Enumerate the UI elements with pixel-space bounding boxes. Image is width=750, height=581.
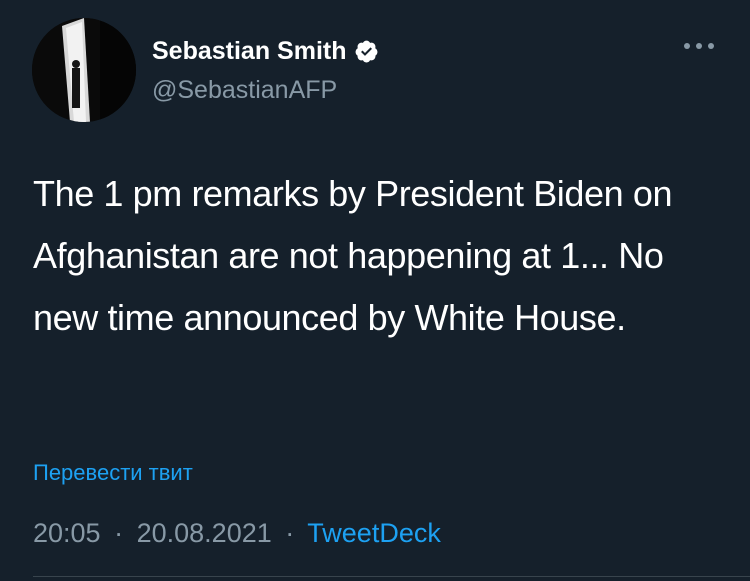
tweet-time[interactable]: 20:05 [33, 518, 101, 548]
author-display-name[interactable]: Sebastian Smith [152, 37, 347, 66]
author-name-row[interactable]: Sebastian Smith [152, 36, 379, 66]
tweet-meta: 20:05 · 20.08.2021 · TweetDeck [33, 518, 441, 549]
avatar[interactable] [32, 18, 136, 122]
tweet-text: The 1 pm remarks by President Biden on A… [33, 173, 673, 338]
tweet-card: Sebastian Smith @SebastianAFP The 1 pm r… [0, 0, 750, 581]
meta-separator: · [114, 518, 124, 548]
tweet-date[interactable]: 20.08.2021 [137, 518, 272, 548]
divider [33, 576, 750, 577]
verified-badge-icon [355, 40, 377, 62]
avatar-photo [32, 18, 136, 122]
author-handle[interactable]: @SebastianAFP [152, 76, 337, 105]
more-dots-icon[interactable] [681, 36, 717, 56]
tweet-source-link[interactable]: TweetDeck [307, 518, 441, 548]
translate-tweet-link[interactable]: Перевести твит [33, 460, 193, 486]
meta-separator: · [285, 518, 295, 548]
